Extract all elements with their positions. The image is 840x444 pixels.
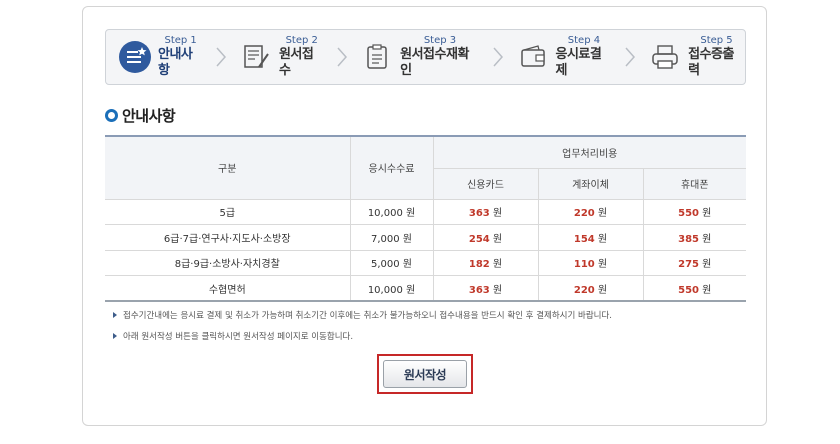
- notice-text: 아래 원서작성 버튼을 클릭하시면 원서작성 페이지로 이동합니다.: [123, 332, 354, 342]
- step-label: 원서접수재확인: [400, 47, 469, 78]
- won-unit: 원: [597, 284, 608, 296]
- won-unit: 원: [597, 208, 608, 220]
- chevron-right-icon: [213, 45, 229, 69]
- step-1: Step 1 안내사항: [118, 35, 203, 79]
- step-progress-bar: Step 1 안내사항 Step 2 원서접수 Step 3 원서접수재확인 S…: [105, 29, 746, 85]
- wallet-icon: [516, 40, 550, 74]
- circle-bullet-icon: [105, 109, 118, 122]
- won-unit: 원: [492, 259, 503, 271]
- cell-category: 6급·7급·연구사·지도사·소방장: [105, 224, 350, 251]
- step-3: Step 3 원서접수재확인: [360, 35, 479, 79]
- won-unit: 원: [702, 208, 712, 220]
- step-number: Step 3: [423, 35, 457, 46]
- notice-text: 접수기간내에는 응시료 결제 및 취소가 가능하며 취소기간 이후에는 취소가 …: [123, 311, 612, 321]
- fee-value: 110: [573, 259, 595, 271]
- cell-transfer: 220 원: [537, 275, 643, 302]
- notice-list: 접수기간내에는 응시료 결제 및 취소가 가능하며 취소기간 이후에는 취소가 …: [113, 309, 612, 351]
- step-label: 원서접수: [278, 47, 314, 78]
- main-panel: Step 1 안내사항 Step 2 원서접수 Step 3 원서접수재확인 S…: [82, 6, 767, 426]
- won-unit: 원: [597, 259, 608, 271]
- header-processing-fee: 업무처리비용: [432, 136, 746, 169]
- cell-transfer: 154 원: [537, 224, 643, 251]
- won-unit: 원: [702, 233, 712, 245]
- cell-exam-fee: 5,000 원: [349, 250, 433, 276]
- header-category: 구분: [105, 136, 350, 200]
- cell-transfer: 110 원: [537, 250, 643, 276]
- fee-value: 220: [573, 208, 595, 220]
- fee-value: 550: [678, 284, 699, 296]
- form-pen-icon: [239, 40, 273, 74]
- printer-icon: [648, 40, 682, 74]
- step-label: 응시료결제: [555, 47, 602, 78]
- won-unit: 원: [702, 284, 712, 296]
- notice-item: 아래 원서작성 버튼을 클릭하시면 원서작성 페이지로 이동합니다.: [113, 330, 612, 342]
- cell-card: 254 원: [432, 224, 538, 251]
- step-label: 안내사항: [158, 47, 193, 78]
- fee-value: 363: [468, 208, 490, 220]
- apply-button-highlight: 원서작성: [377, 354, 473, 394]
- cell-exam-fee: 10,000 원: [349, 199, 433, 225]
- step-number: Step 1: [164, 35, 197, 46]
- cell-card: 363 원: [432, 199, 538, 225]
- cell-category: 5급: [105, 199, 350, 225]
- apply-button[interactable]: 원서작성: [383, 360, 467, 388]
- cell-category: 8급·9급·소방사·자치경찰: [105, 250, 350, 276]
- step-number: Step 5: [700, 35, 733, 46]
- header-phone: 휴대폰: [642, 168, 746, 200]
- fee-value: 220: [573, 284, 595, 296]
- table-row: 5급 10,000 원 363 원 220 원 550 원: [105, 199, 746, 225]
- triangle-bullet-icon: [113, 312, 117, 318]
- won-unit: 원: [492, 208, 503, 220]
- step-label: 접수증출력: [688, 47, 734, 78]
- header-exam-fee: 응시수수료: [349, 136, 433, 200]
- step-2: Step 2 원서접수: [239, 35, 324, 79]
- cell-phone: 275 원: [642, 250, 746, 276]
- step-number: Step 2: [285, 35, 318, 46]
- cell-exam-fee: 7,000 원: [349, 224, 433, 251]
- table-row: 수협면허 10,000 원 363 원 220 원 550 원: [105, 275, 746, 302]
- fee-value: 254: [468, 233, 490, 245]
- chevron-right-icon: [334, 45, 350, 69]
- header-card: 신용카드: [432, 168, 538, 200]
- fee-value: 363: [468, 284, 490, 296]
- fee-value: 550: [678, 208, 699, 220]
- chevron-right-icon: [622, 45, 638, 69]
- table-row: 8급·9급·소방사·자치경찰 5,000 원 182 원 110 원 275 원: [105, 250, 746, 276]
- fee-table: 구분 응시수수료 업무처리비용 신용카드 계좌이체 휴대폰 5급 10,000 …: [105, 135, 746, 302]
- section-title: 안내사항: [122, 107, 176, 125]
- section-heading: 안내사항: [105, 105, 176, 126]
- triangle-bullet-icon: [113, 333, 117, 339]
- cell-card: 363 원: [432, 275, 538, 302]
- step-number: Step 4: [567, 35, 601, 46]
- table-row: 6급·7급·연구사·지도사·소방장 7,000 원 254 원 154 원 38…: [105, 224, 746, 251]
- cell-category: 수협면허: [105, 275, 350, 302]
- step-4: Step 4 응시료결제: [516, 35, 613, 79]
- fee-value: 275: [678, 259, 699, 271]
- clipboard-icon: [360, 40, 394, 74]
- header-transfer: 계좌이체: [537, 168, 643, 200]
- fee-value: 385: [678, 233, 699, 245]
- fee-value: 154: [573, 233, 595, 245]
- notice-item: 접수기간내에는 응시료 결제 및 취소가 가능하며 취소기간 이후에는 취소가 …: [113, 309, 612, 321]
- cell-exam-fee: 10,000 원: [349, 275, 433, 302]
- cell-phone: 550 원: [642, 199, 746, 225]
- cell-phone: 385 원: [642, 224, 746, 251]
- won-unit: 원: [597, 233, 608, 245]
- list-star-icon: [118, 40, 152, 74]
- fee-value: 182: [468, 259, 490, 271]
- won-unit: 원: [492, 284, 503, 296]
- chevron-right-icon: [490, 45, 506, 69]
- cell-card: 182 원: [432, 250, 538, 276]
- step-5: Step 5 접수증출력: [648, 35, 745, 79]
- won-unit: 원: [492, 233, 503, 245]
- cell-transfer: 220 원: [537, 199, 643, 225]
- cell-phone: 550 원: [642, 275, 746, 302]
- won-unit: 원: [702, 259, 712, 271]
